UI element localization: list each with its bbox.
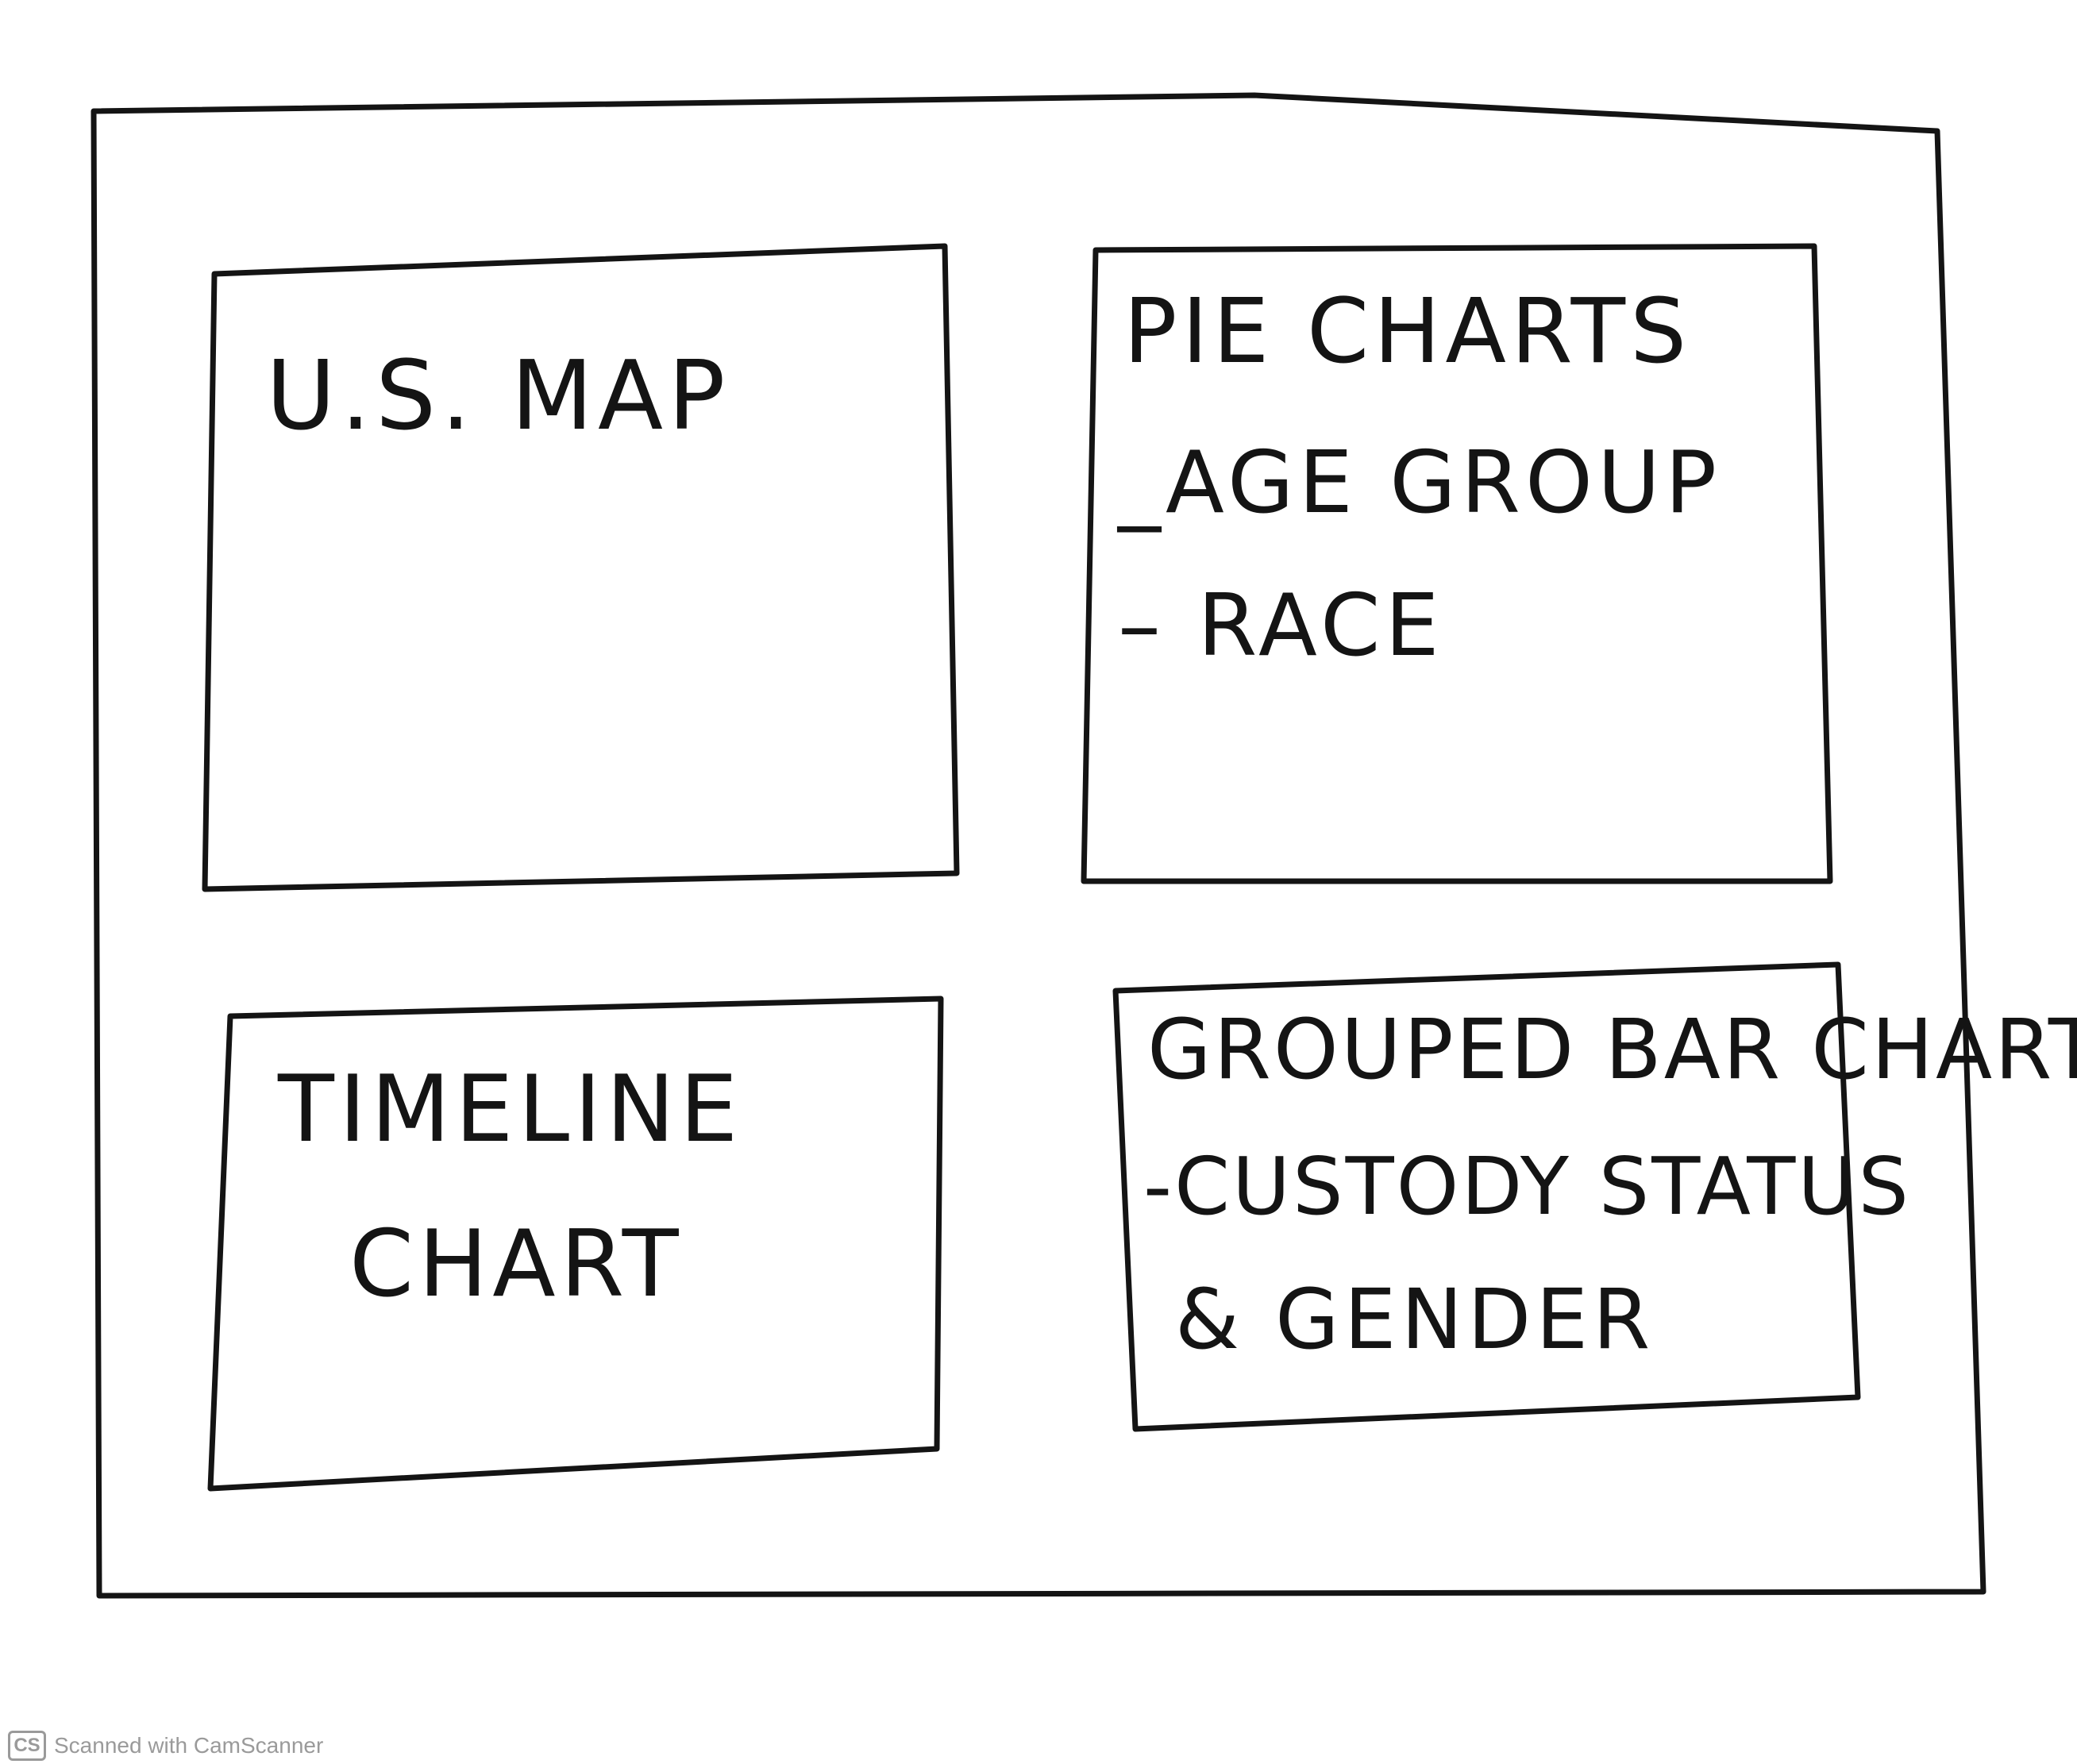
pie-panel-title: PIE CHARTS <box>1123 280 1692 383</box>
timeline-title-line2: CHART <box>349 1211 684 1318</box>
grouped-bar-item-custody: -CUSTODY STATUS <box>1143 1140 1911 1233</box>
sketch-canvas <box>91 92 1986 1599</box>
grouped-bar-title: GROUPED BAR CHART <box>1147 1001 2077 1098</box>
timeline-title-line1: TIMELINE <box>278 1056 743 1163</box>
camscanner-logo-icon: CS <box>8 1731 46 1761</box>
outer-frame <box>91 92 1986 1599</box>
pie-item-age-group: _AGE GROUP <box>1118 433 1722 533</box>
grouped-bar-item-gender: & GENDER <box>1175 1271 1655 1368</box>
map-panel-title: U.S. MAP <box>266 341 730 452</box>
camscanner-watermark: CS Scanned with CamScanner <box>8 1731 323 1761</box>
watermark-text: Scanned with CamScanner <box>54 1733 324 1758</box>
pie-item-race: – RACE <box>1118 576 1444 676</box>
